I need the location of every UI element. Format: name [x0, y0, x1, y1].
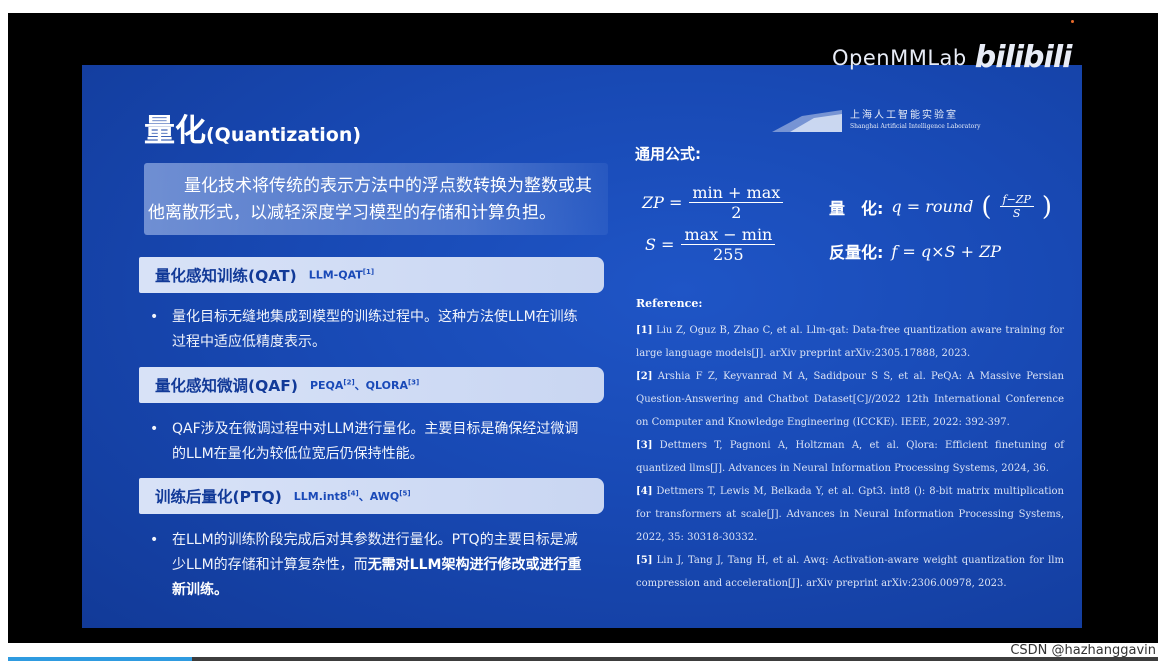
reference-item: [4] Dettmers T, Lewis M, Belkada Y, et a…	[636, 480, 1064, 549]
lab-name-en: Shanghai Artificial Intelligence Laborat…	[850, 123, 981, 130]
slide-title: 量化(Quantization)	[144, 105, 361, 150]
reference-num: [1]	[636, 325, 653, 336]
lab-logo: 上海人工智能实验室 Shanghai Artificial Intelligen…	[772, 110, 981, 132]
right-paren-icon: )	[1041, 191, 1053, 222]
intro-box: 量化技术将传统的表示方法中的浮点数转换为整数或其他离散形式，以减轻深度学习模型的…	[144, 163, 608, 235]
ref-sup: [2]	[343, 378, 355, 387]
bullet-icon: •	[150, 532, 159, 548]
section-label: 量化感知微调(QAF)	[155, 377, 298, 395]
bullet-text-normal: QAF涉及在微调过程中对LLM进行量化。主要目标是确保经过微调的LLM在量化为较…	[172, 421, 579, 462]
ref-sup: [5]	[399, 489, 411, 498]
reference-text: Dettmers T, Lewis M, Belkada Y, et al. G…	[636, 486, 1064, 543]
section-refs: PEQA[2]、QLORA[3]	[310, 377, 419, 393]
bullet-text: QAF涉及在微调过程中对LLM进行量化。主要目标是确保经过微调的LLM在量化为较…	[172, 417, 582, 467]
formula-quant-denominator: S	[1012, 207, 1021, 220]
ref-tag: LLM.int8	[293, 490, 348, 503]
reference-num: [3]	[636, 440, 653, 451]
slide: 量化(Quantization) 量化技术将传统的表示方法中的浮点数转换为整数或…	[82, 65, 1082, 628]
formula-zero-point: ZP = min + max 2	[642, 183, 784, 222]
section-refs: LLM.int8[4]、AWQ[5]	[294, 488, 411, 504]
left-paren-icon: (	[981, 191, 992, 222]
formula-zp-numerator: min + max	[689, 183, 784, 203]
lab-logo-names: 上海人工智能实验室 Shanghai Artificial Intelligen…	[850, 110, 981, 132]
ref-tag: AWQ	[369, 490, 400, 503]
formula-dequant-label: 反量化:	[829, 243, 884, 262]
section-ptq-header: 训练后量化(PTQ) LLM.int8[4]、AWQ[5]	[139, 478, 604, 514]
formula-dequant-expr: f = q×S + ZP	[891, 241, 1001, 261]
ref-separator: 、	[358, 490, 370, 503]
reference-list: [1] Liu Z, Oguz B, Zhao C, et al. Llm-qa…	[636, 319, 1064, 595]
lab-logo-mark-icon	[772, 110, 842, 132]
reference-text: Dettmers T, Pagnoni A, Holtzman A, et al…	[636, 440, 1064, 474]
slide-title-en: (Quantization)	[206, 124, 362, 146]
reference-item: [3] Dettmers T, Pagnoni A, Holtzman A, e…	[636, 434, 1064, 480]
reference-item: [5] Lin J, Tang J, Tang H, et al. Awq: A…	[636, 549, 1064, 595]
video-progress-fill	[8, 657, 192, 661]
reference-text: Liu Z, Oguz B, Zhao C, et al. Llm-qat: D…	[636, 325, 1065, 359]
ref-tag: PEQA	[309, 379, 344, 392]
formula-quant-expr: q = round	[891, 197, 974, 216]
reference-num: [4]	[636, 486, 653, 497]
reference-text: Arshia F Z, Keyvanrad M A, Sadidpour S S…	[636, 371, 1064, 428]
reference-text: Lin J, Tang J, Tang H, et al. Awq: Activ…	[636, 555, 1064, 589]
formula-heading: 通用公式:	[635, 145, 701, 163]
reference-num: [2]	[636, 371, 653, 382]
bullet-icon: •	[150, 309, 159, 325]
formula-scale: S = max − min 255	[645, 225, 776, 264]
lab-name-zh: 上海人工智能实验室	[850, 110, 958, 121]
section-qat-header: 量化感知训练(QAT) LLM-QAT[1]	[139, 257, 604, 293]
slide-title-zh: 量化	[144, 113, 206, 149]
formula-dequantize: 反量化: f = q×S + ZP	[829, 239, 1001, 263]
formula-s-lhs: S =	[645, 235, 675, 254]
recording-dot-icon	[1071, 20, 1074, 23]
ref-tag: QLORA	[365, 379, 408, 392]
bullet-text: 量化目标无缝地集成到模型的训练过程中。这种方法使LLM在训练过程中适应低精度表示…	[172, 305, 582, 355]
section-label: 量化感知训练(QAT)	[155, 267, 297, 285]
formula-quant-label: 量 化:	[829, 198, 884, 218]
formula-s-fraction: max − min 255	[681, 225, 776, 264]
ref-sup: [1]	[362, 268, 375, 277]
formula-zp-lhs: ZP =	[642, 193, 683, 212]
ref-sup: [4]	[347, 489, 359, 498]
formula-s-numerator: max − min	[681, 225, 776, 245]
bullet-text: 在LLM的训练阶段完成后对其参数进行量化。PTQ的主要目标是减少LLM的存储和计…	[172, 528, 582, 603]
ref-sup: [3]	[407, 378, 420, 387]
formula-quant-numerator: f−ZP	[999, 193, 1034, 207]
csdn-watermark: CSDN @hazhanggavin	[1010, 643, 1156, 658]
bilibili-logo-icon: bilibili	[974, 40, 1073, 75]
formula-s-denominator: 255	[713, 245, 744, 264]
bullet-icon: •	[150, 421, 159, 437]
ref-separator: 、	[354, 379, 366, 392]
openmmlab-bilibili-watermark: OpenMMLab bilibili	[832, 40, 1073, 75]
bullet-text-normal: 量化目标无缝地集成到模型的训练过程中。这种方法使LLM在训练过程中适应低精度表示…	[172, 309, 578, 350]
openmmlab-logo: OpenMMLab	[832, 45, 967, 70]
reference-heading: Reference:	[636, 297, 703, 310]
reference-item: [1] Liu Z, Oguz B, Zhao C, et al. Llm-qa…	[636, 319, 1064, 365]
formula-zp-fraction: min + max 2	[689, 183, 784, 222]
reference-item: [2] Arshia F Z, Keyvanrad M A, Sadidpour…	[636, 365, 1064, 434]
formula-quantize: 量 化: q = round ( f−ZP S )	[829, 193, 1052, 220]
video-progress-bar[interactable]	[8, 657, 1158, 661]
reference-num: [5]	[636, 555, 653, 566]
formula-zp-denominator: 2	[731, 203, 742, 222]
section-qaf-header: 量化感知微调(QAF) PEQA[2]、QLORA[3]	[139, 367, 604, 403]
intro-text: 量化技术将传统的表示方法中的浮点数转换为整数或其他离散形式，以减轻深度学习模型的…	[148, 176, 592, 223]
ref-tag: LLM-QAT	[308, 268, 363, 282]
section-refs: LLM-QAT[1]	[309, 268, 374, 282]
section-label: 训练后量化(PTQ)	[155, 488, 282, 506]
formula-quant-fraction: f−ZP S	[999, 193, 1034, 220]
